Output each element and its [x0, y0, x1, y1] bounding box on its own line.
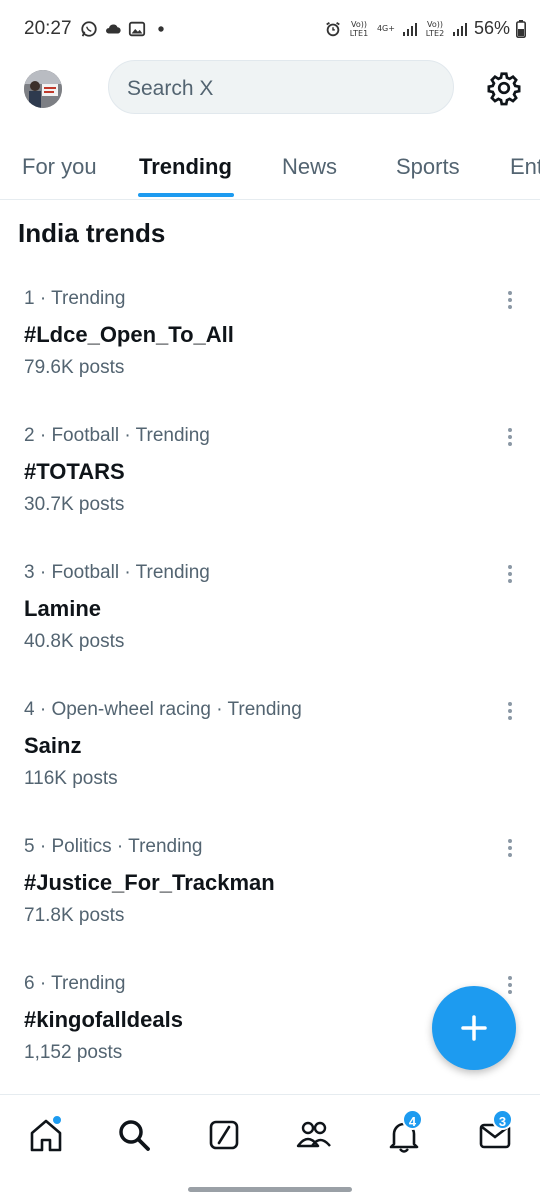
alarm-icon: [326, 21, 340, 36]
dot-icon: [158, 26, 164, 32]
trend-item[interactable]: 5 · Politics · Trending #Justice_For_Tra…: [0, 836, 540, 966]
trend-name: Sainz: [24, 733, 82, 758]
network-type-label: 4G+: [376, 24, 395, 33]
trend-item[interactable]: 4 · Open-wheel racing · Trending Sainz 1…: [0, 699, 540, 829]
search-icon: [119, 1120, 150, 1151]
avatar[interactable]: [24, 70, 62, 108]
trend-posts: 79.6K posts: [24, 357, 125, 378]
trend-meta: 4 · Open-wheel racing · Trending: [24, 699, 302, 720]
trend-posts: 116K posts: [24, 768, 118, 789]
trend-item[interactable]: 2 · Football · Trending #TOTARS 30.7K po…: [0, 425, 540, 555]
home-unread-dot: [52, 1115, 62, 1125]
section-title: India trends: [18, 218, 166, 248]
lte2-label: Vo)) LTE2: [425, 19, 445, 38]
cloud-icon: [106, 24, 121, 34]
lte1-label: Vo)) LTE1: [349, 19, 369, 38]
search-input[interactable]: Search X: [108, 60, 454, 114]
search-placeholder: Search X: [127, 77, 214, 100]
nav-grok[interactable]: [202, 1113, 246, 1157]
nav-home[interactable]: [24, 1113, 68, 1157]
nav-search[interactable]: [112, 1113, 156, 1157]
more-vertical-icon[interactable]: [500, 699, 520, 723]
trend-meta: 2 · Football · Trending: [24, 425, 210, 446]
battery-icon: [516, 19, 526, 38]
trend-name: #TOTARS: [24, 459, 125, 484]
plus-icon: [461, 1015, 487, 1041]
communities-icon: [296, 1121, 331, 1148]
trend-item[interactable]: 3 · Football · Trending Lamine 40.8K pos…: [0, 562, 540, 692]
trend-name: #kingofalldeals: [24, 1007, 183, 1032]
trend-posts: 40.8K posts: [24, 631, 125, 652]
status-time: 20:27: [24, 18, 72, 39]
more-vertical-icon[interactable]: [500, 836, 520, 860]
signal-icon: [402, 22, 417, 36]
tab-for-you[interactable]: For you: [22, 154, 97, 180]
trend-name: #Justice_For_Trackman: [24, 870, 275, 895]
nav-communities[interactable]: [292, 1113, 336, 1157]
trend-item[interactable]: 1 · Trending #Ldce_Open_To_All 79.6K pos…: [0, 288, 540, 418]
grok-icon: [209, 1120, 239, 1150]
status-bar: 20:27 Vo)) LTE1 4G+ Vo)) LTE2 56%: [0, 0, 540, 60]
trend-posts: 1,152 posts: [24, 1042, 123, 1063]
nav-messages[interactable]: 3: [474, 1109, 518, 1157]
nav-notifications[interactable]: 4: [382, 1109, 426, 1157]
status-system-icons: Vo)) LTE1 4G+ Vo)) LTE2 56%: [324, 18, 526, 39]
tab-news[interactable]: News: [282, 154, 337, 180]
trend-name: Lamine: [24, 596, 102, 621]
tab-entertainment[interactable]: Ent: [510, 154, 540, 180]
compose-button[interactable]: [432, 986, 516, 1070]
trend-meta: 1 · Trending: [24, 288, 126, 309]
whatsapp-icon: [81, 21, 97, 37]
gallery-icon: [128, 21, 146, 37]
gear-icon[interactable]: [486, 70, 522, 106]
trend-meta: 5 · Politics · Trending: [24, 836, 203, 857]
trend-posts: 71.8K posts: [24, 905, 125, 926]
gesture-bar[interactable]: [188, 1187, 352, 1192]
notifications-badge: 4: [402, 1109, 423, 1130]
more-vertical-icon[interactable]: [500, 288, 520, 312]
tab-sports[interactable]: Sports: [396, 154, 460, 180]
tab-bar: For you Trending News Sports Ent: [0, 134, 540, 200]
active-tab-indicator: [138, 193, 234, 197]
trend-meta: 3 · Football · Trending: [24, 562, 210, 583]
bottom-navigation: 4 3: [0, 1094, 540, 1200]
more-vertical-icon[interactable]: [500, 562, 520, 586]
status-notification-icons: [80, 20, 170, 38]
trend-posts: 30.7K posts: [24, 494, 125, 515]
messages-badge: 3: [492, 1109, 513, 1130]
more-vertical-icon[interactable]: [500, 425, 520, 449]
battery-percent: 56%: [473, 18, 510, 38]
trend-name: #Ldce_Open_To_All: [24, 322, 234, 347]
top-header: Search X: [0, 58, 540, 118]
avatar-image: [24, 70, 62, 108]
trend-meta: 6 · Trending: [24, 973, 126, 994]
signal-icon: [452, 22, 467, 36]
tab-trending[interactable]: Trending: [139, 154, 232, 180]
